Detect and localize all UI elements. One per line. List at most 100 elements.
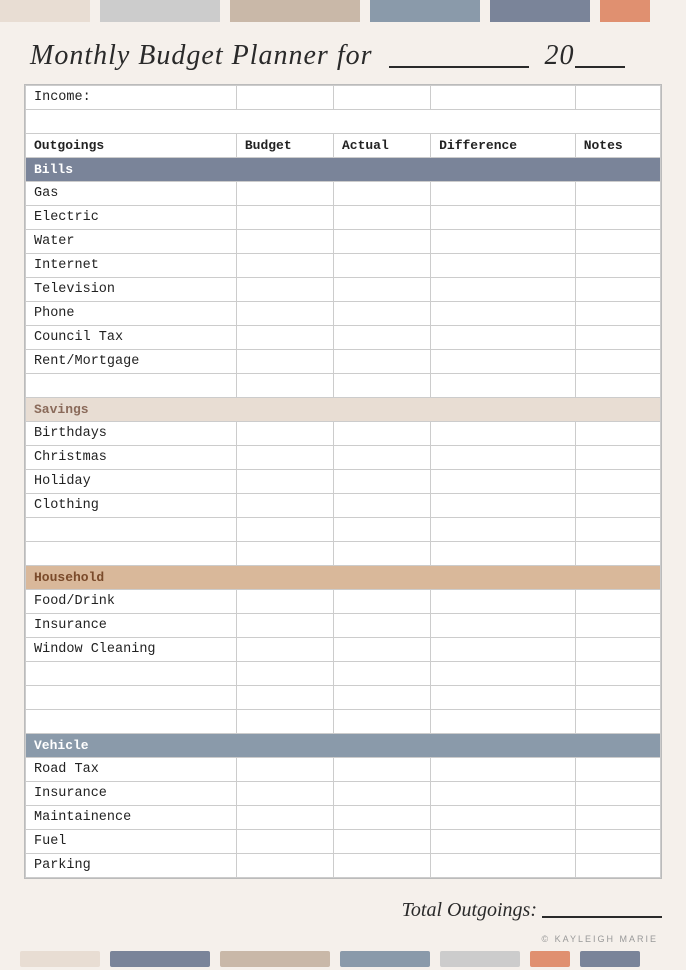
top-bar-segment <box>220 0 230 22</box>
section-household-header: Household <box>26 566 661 590</box>
column-headers-row: Outgoings Budget Actual Difference Notes <box>26 134 661 158</box>
row-item: Television <box>26 278 237 302</box>
table-row: Rent/Mortgage <box>26 350 661 374</box>
income-label: Income: <box>26 86 237 110</box>
top-bar-segment <box>230 0 360 22</box>
row-item: Birthdays <box>26 422 237 446</box>
bottom-bar-segment <box>20 951 100 967</box>
col-notes: Notes <box>575 134 660 158</box>
col-actual: Actual <box>333 134 430 158</box>
row-item: Road Tax <box>26 758 237 782</box>
savings-empty-row-1 <box>26 518 661 542</box>
table-row: Birthdays <box>26 422 661 446</box>
top-bar-segment <box>0 0 90 22</box>
row-item: Insurance <box>26 782 237 806</box>
table-row: Fuel <box>26 830 661 854</box>
bottom-bar-segment <box>100 951 110 967</box>
bottom-bar-segment <box>580 951 640 967</box>
table-row: Parking <box>26 854 661 878</box>
household-empty-row-1 <box>26 662 661 686</box>
row-item: Electric <box>26 206 237 230</box>
row-item: Parking <box>26 854 237 878</box>
page-title: Monthly Budget Planner for 20 <box>0 22 686 84</box>
income-row: Income: <box>26 86 661 110</box>
top-bar-segment <box>490 0 590 22</box>
table-row: Phone <box>26 302 661 326</box>
row-item: Council Tax <box>26 326 237 350</box>
title-text: Monthly Budget Planner for <box>30 40 373 71</box>
household-empty-row-3 <box>26 710 661 734</box>
table-row: Water <box>26 230 661 254</box>
household-empty-row-2 <box>26 686 661 710</box>
top-bar-segment <box>370 0 480 22</box>
table-row: Holiday <box>26 470 661 494</box>
spacer-row <box>26 110 661 134</box>
table-row: Television <box>26 278 661 302</box>
budget-table-container: Income: Outgoings Budget Actual Differen… <box>24 84 662 879</box>
bottom-bar-segment <box>440 951 520 967</box>
income-diff <box>431 86 576 110</box>
bottom-bar-segment <box>530 951 570 967</box>
row-item: Food/Drink <box>26 590 237 614</box>
bottom-bar-segment <box>0 951 20 967</box>
row-item: Gas <box>26 182 237 206</box>
bottom-bar-segment <box>210 951 220 967</box>
total-label: Total Outgoings: <box>402 899 537 921</box>
top-bar-segment <box>360 0 370 22</box>
row-item: Christmas <box>26 446 237 470</box>
household-label: Household <box>26 566 661 590</box>
bottom-bar-segment <box>330 951 340 967</box>
row-item: Fuel <box>26 830 237 854</box>
bottom-bar-segment <box>340 951 430 967</box>
table-row: Maintainence <box>26 806 661 830</box>
budget-table: Income: Outgoings Budget Actual Differen… <box>25 85 661 878</box>
bills-label: Bills <box>26 158 661 182</box>
vehicle-label: Vehicle <box>26 734 661 758</box>
row-item: Maintainence <box>26 806 237 830</box>
copyright: © Kayleigh Marie <box>0 934 686 944</box>
row-item: Water <box>26 230 237 254</box>
income-budget <box>236 86 333 110</box>
bottom-bar-segment <box>110 951 210 967</box>
section-savings-header: Savings <box>26 398 661 422</box>
bottom-bar-segment <box>520 951 530 967</box>
top-bar-segment <box>100 0 220 22</box>
bottom-color-bar <box>0 948 686 970</box>
income-actual <box>333 86 430 110</box>
row-item: Window Cleaning <box>26 638 237 662</box>
table-row: Electric <box>26 206 661 230</box>
table-row: Christmas <box>26 446 661 470</box>
top-bar-segment <box>590 0 600 22</box>
table-row: Insurance <box>26 614 661 638</box>
row-item: Insurance <box>26 614 237 638</box>
top-bar-segment <box>650 0 660 22</box>
table-row: Gas <box>26 182 661 206</box>
top-bar-segment <box>480 0 490 22</box>
table-row: Internet <box>26 254 661 278</box>
savings-label: Savings <box>26 398 661 422</box>
table-row: Road Tax <box>26 758 661 782</box>
section-vehicle-header: Vehicle <box>26 734 661 758</box>
section-bills-header: Bills <box>26 158 661 182</box>
col-outgoings: Outgoings <box>26 134 237 158</box>
table-row: Insurance <box>26 782 661 806</box>
bills-empty-row <box>26 374 661 398</box>
table-row: Food/Drink <box>26 590 661 614</box>
top-bar-segment <box>600 0 650 22</box>
row-item: Internet <box>26 254 237 278</box>
table-row: Council Tax <box>26 326 661 350</box>
total-area: Total Outgoings: <box>0 891 686 934</box>
top-bar-segment <box>90 0 100 22</box>
row-item: Rent/Mortgage <box>26 350 237 374</box>
bottom-bar-segment <box>570 951 580 967</box>
row-item: Clothing <box>26 494 237 518</box>
savings-empty-row-2 <box>26 542 661 566</box>
row-item: Phone <box>26 302 237 326</box>
bottom-bar-segment <box>430 951 440 967</box>
top-color-bar <box>0 0 686 22</box>
income-notes <box>575 86 660 110</box>
col-difference: Difference <box>431 134 576 158</box>
bottom-bar-segment <box>640 951 650 967</box>
table-row: Window Cleaning <box>26 638 661 662</box>
table-row: Clothing <box>26 494 661 518</box>
